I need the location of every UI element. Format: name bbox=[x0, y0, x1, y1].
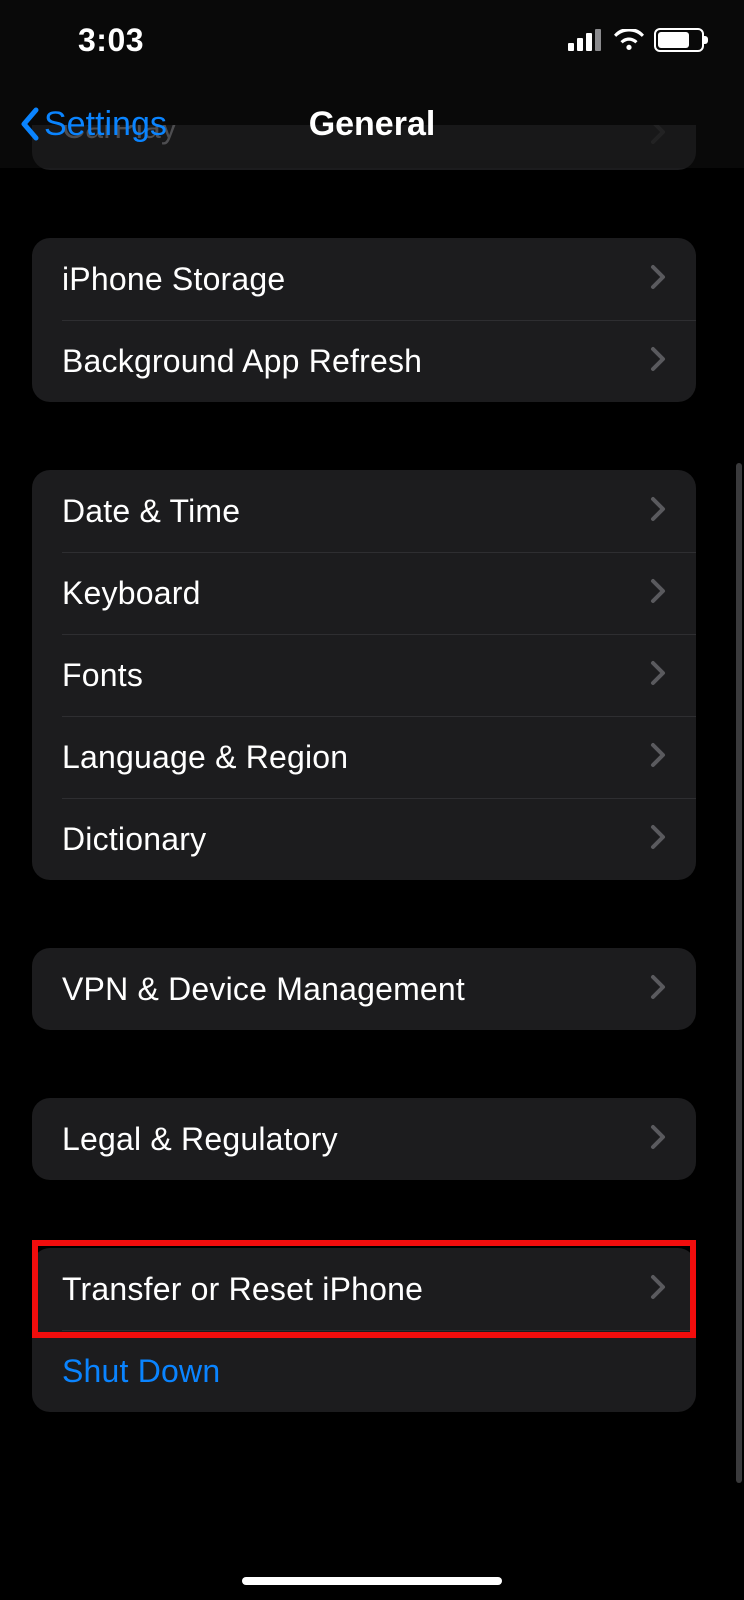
row-label: Shut Down bbox=[62, 1353, 666, 1390]
settings-row-iphone-storage[interactable]: iPhone Storage bbox=[32, 238, 696, 320]
chevron-right-icon bbox=[650, 496, 666, 527]
chevron-right-icon bbox=[650, 578, 666, 609]
status-time: 3:03 bbox=[78, 22, 144, 59]
chevron-right-icon bbox=[650, 1124, 666, 1155]
settings-group: Legal & Regulatory bbox=[32, 1098, 696, 1180]
chevron-right-icon bbox=[650, 660, 666, 691]
settings-group: VPN & Device Management bbox=[32, 948, 696, 1030]
settings-group: Transfer or Reset iPhone Shut Down bbox=[32, 1248, 696, 1412]
settings-row-vpn-device-management[interactable]: VPN & Device Management bbox=[32, 948, 696, 1030]
chevron-right-icon bbox=[650, 742, 666, 773]
row-label: Fonts bbox=[62, 657, 650, 694]
page-title: General bbox=[309, 105, 436, 144]
chevron-right-icon bbox=[650, 974, 666, 1005]
settings-row-keyboard[interactable]: Keyboard bbox=[32, 552, 696, 634]
home-indicator[interactable] bbox=[242, 1577, 502, 1585]
chevron-right-icon bbox=[650, 264, 666, 295]
settings-general-screen: 3:03 Settings General CarPlay bbox=[0, 0, 744, 1600]
nav-bar: Settings General bbox=[0, 80, 744, 168]
cellular-signal-icon bbox=[568, 29, 604, 51]
row-label: iPhone Storage bbox=[62, 261, 650, 298]
row-label: Transfer or Reset iPhone bbox=[62, 1271, 650, 1308]
row-label: VPN & Device Management bbox=[62, 971, 650, 1008]
settings-row-shut-down[interactable]: Shut Down bbox=[32, 1330, 696, 1412]
chevron-left-icon bbox=[18, 106, 40, 142]
scroll-bar[interactable] bbox=[736, 463, 742, 1483]
settings-row-fonts[interactable]: Fonts bbox=[32, 634, 696, 716]
back-label: Settings bbox=[44, 105, 167, 144]
chevron-right-icon bbox=[650, 824, 666, 855]
battery-icon bbox=[654, 28, 704, 52]
settings-row-date-time[interactable]: Date & Time bbox=[32, 470, 696, 552]
settings-group: iPhone Storage Background App Refresh bbox=[32, 238, 696, 402]
row-label: Keyboard bbox=[62, 575, 650, 612]
settings-row-dictionary[interactable]: Dictionary bbox=[32, 798, 696, 880]
row-label: Background App Refresh bbox=[62, 343, 650, 380]
settings-row-background-app-refresh[interactable]: Background App Refresh bbox=[32, 320, 696, 402]
chevron-right-icon bbox=[650, 1274, 666, 1305]
settings-row-legal-regulatory[interactable]: Legal & Regulatory bbox=[32, 1098, 696, 1180]
wifi-icon bbox=[614, 29, 644, 51]
settings-group: Date & Time Keyboard Fonts Language & Re… bbox=[32, 470, 696, 880]
row-label: Date & Time bbox=[62, 493, 650, 530]
back-button[interactable]: Settings bbox=[18, 80, 167, 168]
status-bar: 3:03 bbox=[0, 0, 744, 80]
settings-row-language-region[interactable]: Language & Region bbox=[32, 716, 696, 798]
row-label: Dictionary bbox=[62, 821, 650, 858]
chevron-right-icon bbox=[650, 346, 666, 377]
settings-list[interactable]: CarPlay iPhone Storage Background App Re… bbox=[0, 0, 728, 1600]
row-label: Language & Region bbox=[62, 739, 650, 776]
settings-row-transfer-reset[interactable]: Transfer or Reset iPhone bbox=[32, 1248, 696, 1330]
row-label: Legal & Regulatory bbox=[62, 1121, 650, 1158]
status-icons bbox=[568, 28, 704, 52]
scroll-track bbox=[728, 0, 744, 1600]
